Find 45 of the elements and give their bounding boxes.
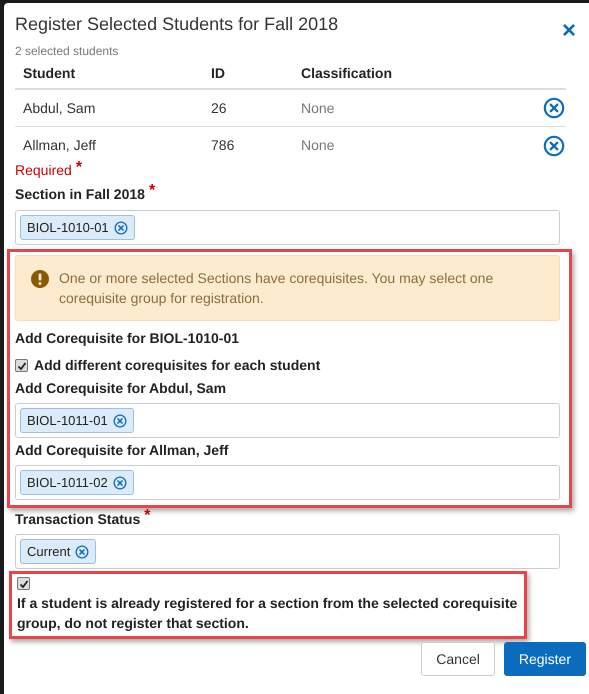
required-mark: * [148, 184, 156, 198]
table-cell-text: None [301, 136, 336, 155]
field-label: Add Corequisite for Abdul, Sam [15, 379, 226, 398]
check-icon [16, 360, 26, 370]
column-header: Classification [301, 64, 394, 82]
alert-message: One or more selected Sections have corequisites. You may select one corequisite group for registration. [59, 269, 494, 308]
table-cell-text: 786 [211, 136, 236, 155]
tag-field[interactable]: BIOL-1010-01 [15, 210, 560, 245]
table-cell-text: None [301, 98, 336, 118]
tag-label: BIOL-1010-01 [27, 218, 109, 237]
dialog-title: Register Selected Students for Fall 2018 [15, 13, 338, 35]
checkbox-label: If a student is already registered for a section from the selected corequisite group, do not register that section. [17, 594, 518, 633]
cancel-button[interactable]: Cancel [421, 642, 495, 676]
tag-label: BIOL-1011-01 [27, 412, 108, 430]
remove-icon[interactable] [543, 97, 565, 119]
tag-field[interactable]: BIOL-1011-02 [15, 465, 560, 500]
exclamation-icon [31, 270, 49, 288]
check-icon [18, 578, 28, 588]
section-heading: Add Corequisite for BIOL-1010-01 [15, 329, 240, 348]
column-header: ID [211, 64, 226, 82]
field-label: Transaction Status [15, 510, 140, 529]
tag-field[interactable]: BIOL-1011-01 [15, 403, 560, 438]
remove-icon[interactable] [112, 414, 127, 428]
tag-label: BIOL-1011-02 [27, 474, 108, 492]
tag-label: Current [27, 542, 70, 561]
column-header: Student [22, 64, 76, 82]
required-mark: * [144, 509, 150, 523]
checkbox[interactable] [17, 577, 30, 590]
required-note: Required [15, 161, 72, 180]
register-button[interactable]: Register [504, 642, 586, 676]
checkbox-label: Add different corequisites for each student [34, 356, 320, 375]
remove-icon[interactable] [114, 220, 128, 234]
tag-field[interactable]: Current [15, 534, 560, 569]
remove-icon[interactable] [75, 544, 90, 558]
table-cell-text: 26 [211, 98, 228, 118]
remove-icon[interactable] [543, 134, 565, 156]
table-cell-text: Abdul, Sam [22, 98, 96, 118]
table-cell-text: Allman, Jeff [22, 136, 97, 155]
field-label: Add Corequisite for Allman, Jeff [15, 441, 228, 460]
required-mark: * [76, 160, 82, 176]
remove-icon[interactable] [112, 476, 127, 490]
checkbox[interactable] [15, 359, 28, 372]
field-label: Section in Fall 2018 [15, 185, 145, 204]
close-button[interactable]: × [562, 21, 576, 41]
selected-count: 2 selected students [15, 44, 120, 58]
